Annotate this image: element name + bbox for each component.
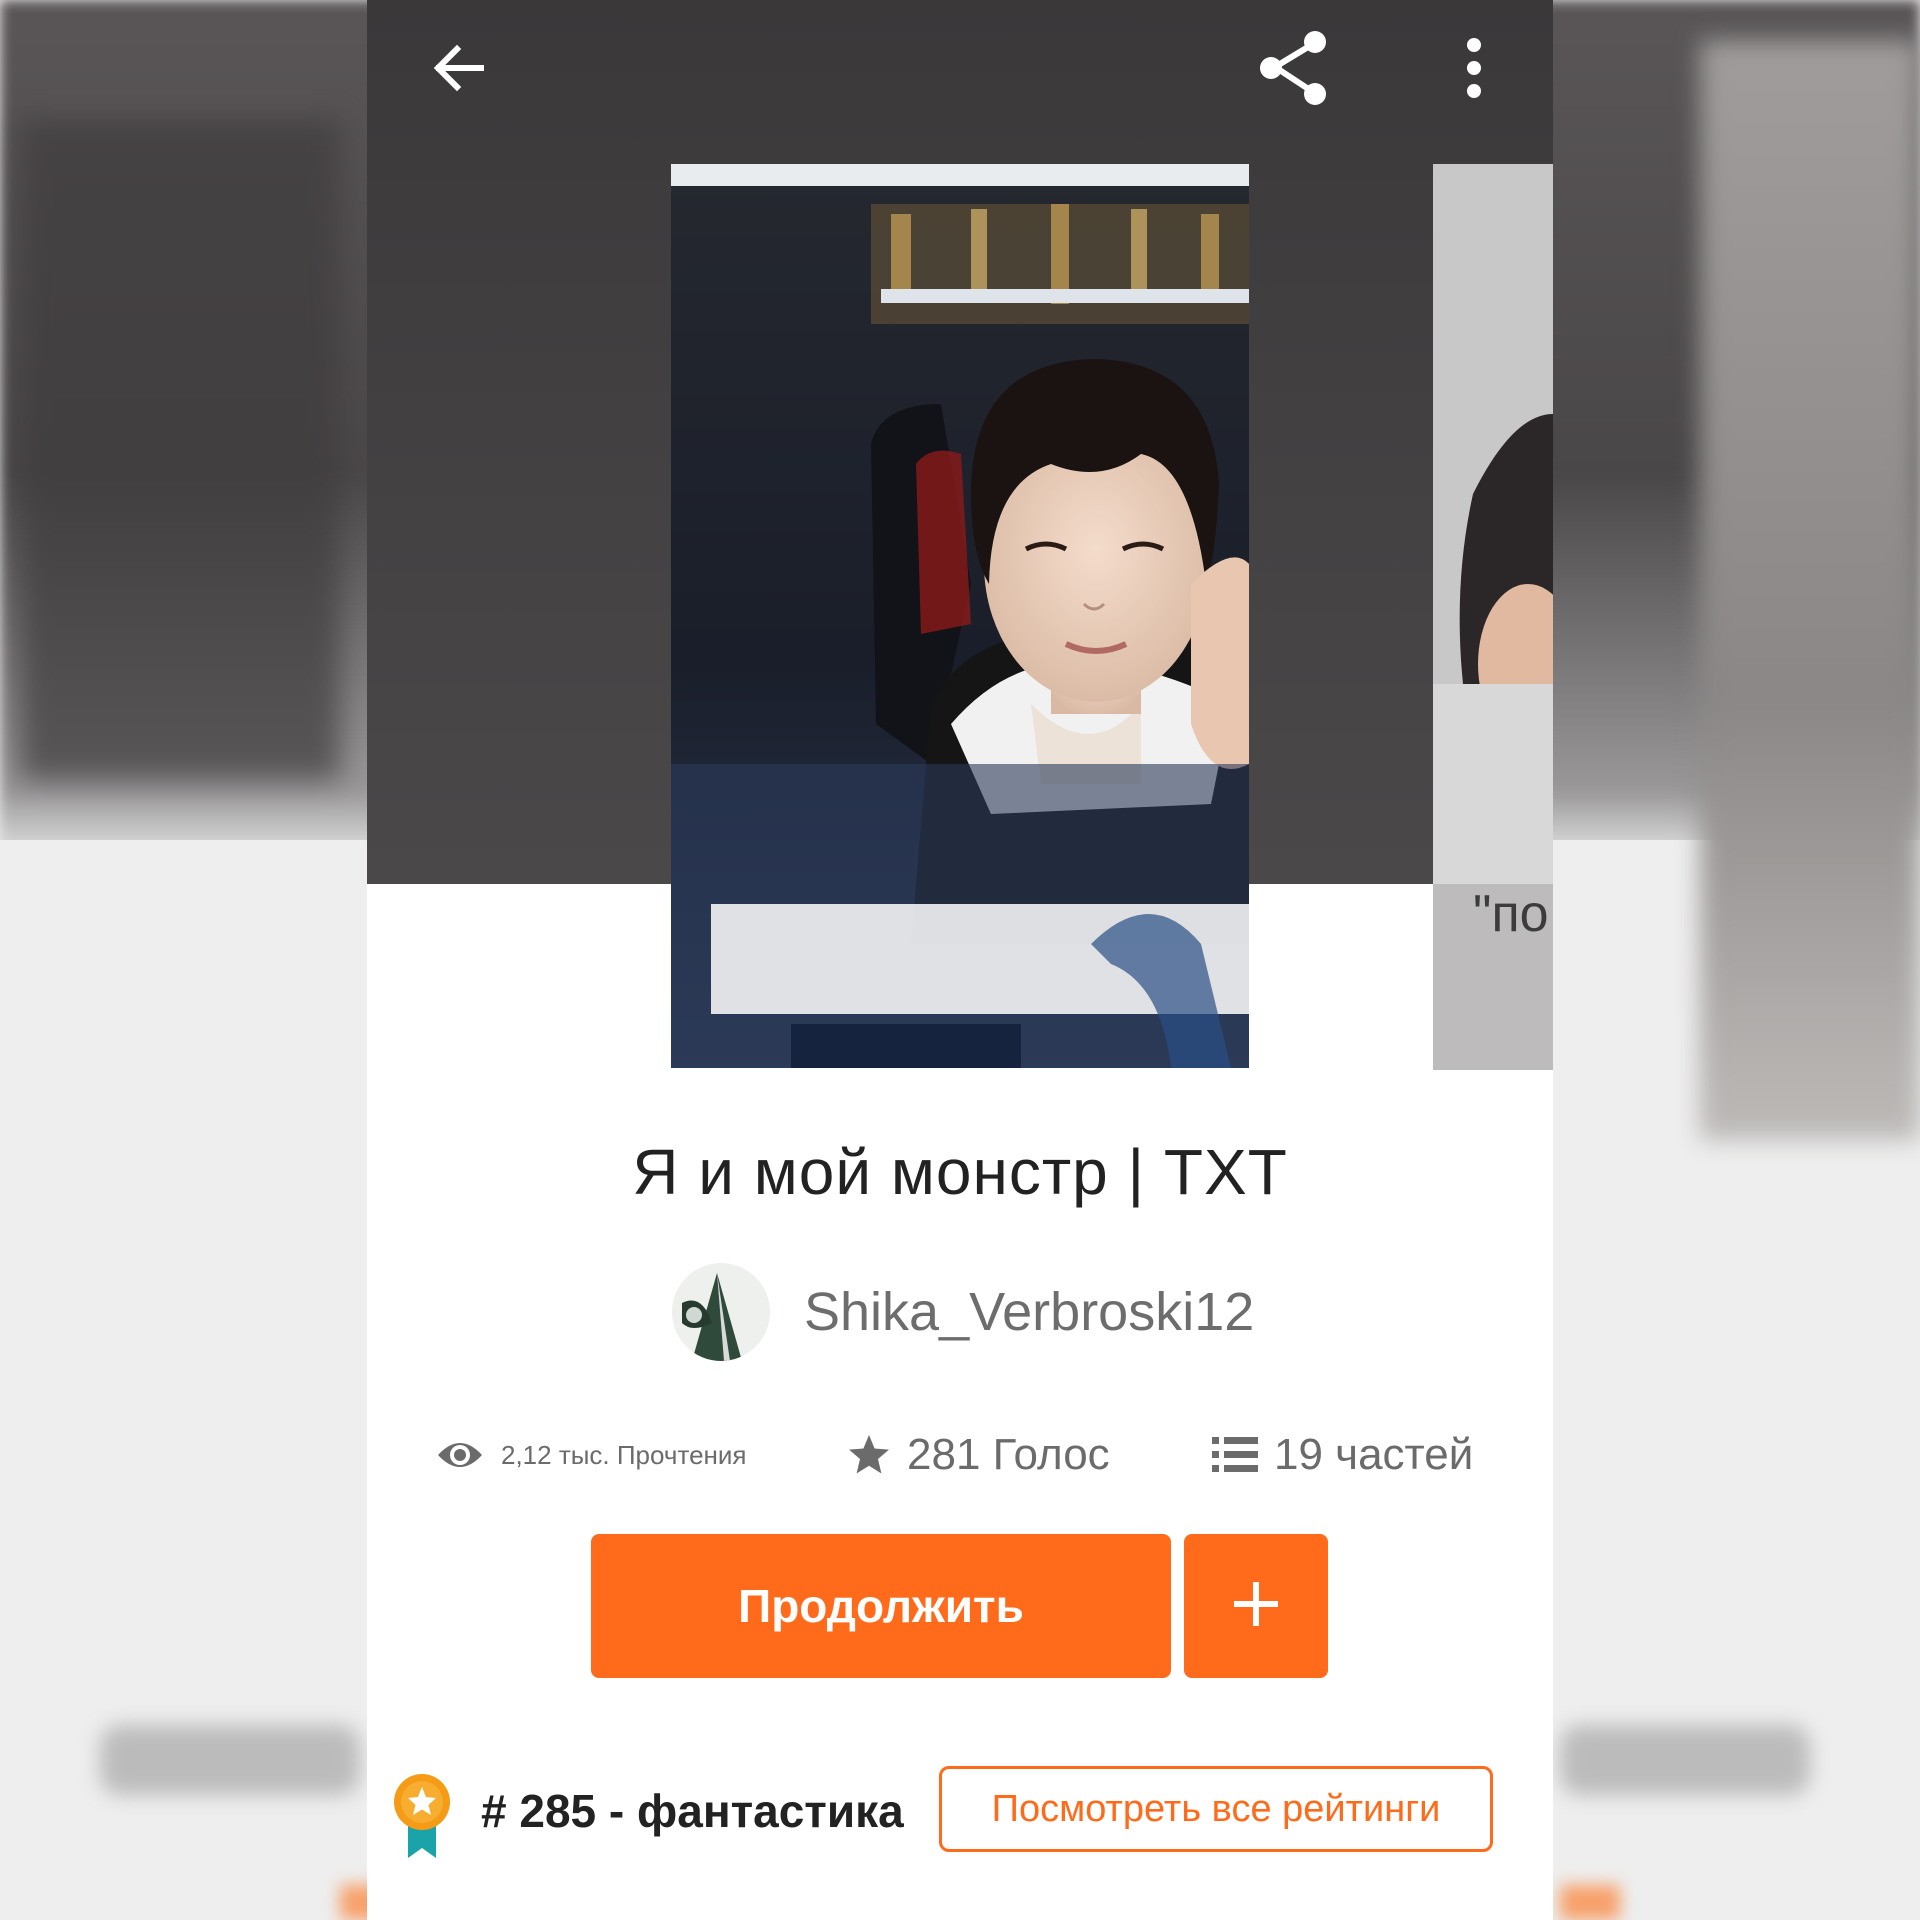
story-title: Я и мой монстр | TXT <box>632 1136 1288 1208</box>
story-cover-image[interactable] <box>671 164 1249 1068</box>
votes-count: 281 Голос <box>907 1430 1110 1479</box>
share-button[interactable] <box>1255 30 1335 110</box>
author-name[interactable]: Shika_Verbroski12 <box>804 1281 1254 1343</box>
next-story-cover[interactable]: "по <box>1433 164 1553 1070</box>
ranking-row: # 285 - фантастика Посмотреть все рейтин… <box>367 1760 1553 1860</box>
story-stats: 2,12 тыс. Прочтения 281 Голос 19 частей <box>367 1420 1553 1490</box>
arrow-left-icon <box>429 38 489 103</box>
votes-stat: 281 Голос <box>847 1420 1110 1490</box>
award-ribbon-icon <box>391 1772 453 1862</box>
reads-count: 2,12 тыс. Прочтения <box>501 1439 747 1470</box>
eye-icon <box>435 1435 485 1475</box>
story-details-screen: "по Я и мой монстр | TXT Shika_Verbroski… <box>367 0 1553 1920</box>
parts-stat: 19 частей <box>1212 1420 1473 1490</box>
parts-count: 19 частей <box>1274 1430 1474 1479</box>
share-icon <box>1255 28 1335 113</box>
author-avatar[interactable] <box>672 1263 770 1361</box>
back-button[interactable] <box>419 30 499 110</box>
more-vertical-icon <box>1459 33 1489 108</box>
more-options-button[interactable] <box>1434 30 1514 110</box>
plus-icon <box>1232 1580 1280 1633</box>
ranking-text: # 285 - фантастика <box>481 1785 904 1837</box>
view-all-ratings-label: Посмотреть все рейтинги <box>991 1787 1441 1830</box>
reads-stat: 2,12 тыс. Прочтения <box>435 1420 747 1490</box>
add-to-library-button[interactable] <box>1184 1534 1328 1678</box>
view-all-ratings-button[interactable]: Посмотреть все рейтинги <box>939 1766 1493 1852</box>
author-link[interactable]: Shika_Verbroski12 <box>672 1262 1254 1362</box>
top-app-bar <box>367 0 1553 145</box>
list-icon <box>1212 1435 1258 1475</box>
star-icon <box>847 1433 891 1477</box>
continue-reading-button[interactable]: Продолжить <box>591 1534 1171 1678</box>
next-cover-peek-text: "по <box>1473 885 1549 943</box>
continue-label: Продолжить <box>738 1580 1024 1632</box>
